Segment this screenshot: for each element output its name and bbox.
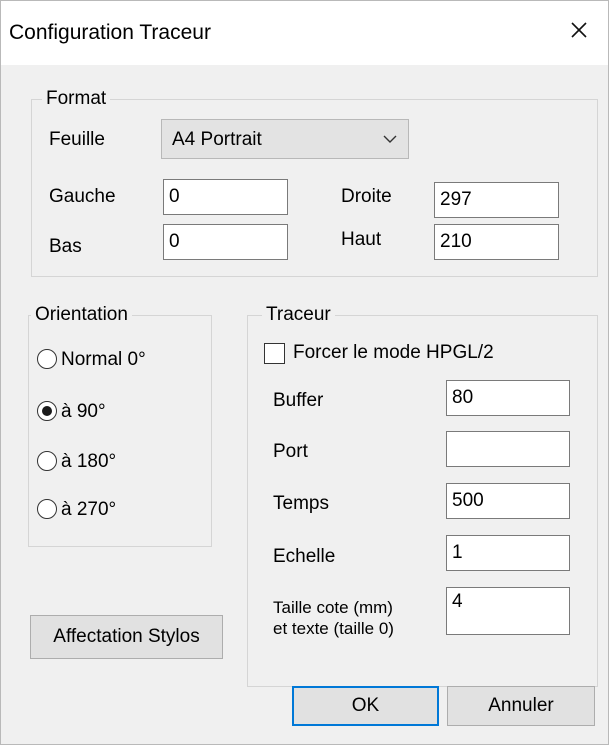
orientation-legend: Orientation bbox=[31, 304, 132, 326]
echelle-label: Echelle bbox=[273, 546, 336, 567]
ok-button[interactable]: OK bbox=[292, 686, 439, 726]
window-title: Configuration Traceur bbox=[9, 21, 211, 44]
droite-label: Droite bbox=[341, 186, 392, 207]
haut-field[interactable]: 210 bbox=[434, 224, 559, 260]
radio-normal-label: Normal 0° bbox=[61, 349, 146, 370]
chevron-down-icon bbox=[383, 135, 397, 143]
radio-90[interactable] bbox=[37, 401, 57, 421]
temps-label: Temps bbox=[273, 493, 329, 514]
taille-field[interactable]: 4 bbox=[446, 587, 570, 635]
radio-selected-dot bbox=[42, 406, 52, 416]
plotter-config-dialog: Configuration Traceur Format Feuille A4 … bbox=[0, 0, 609, 745]
radio-180-label: à 180° bbox=[61, 451, 117, 472]
radio-270[interactable] bbox=[37, 499, 57, 519]
bas-field[interactable]: 0 bbox=[163, 224, 288, 260]
radio-normal[interactable] bbox=[37, 349, 57, 369]
title-bar: Configuration Traceur bbox=[1, 1, 608, 65]
port-label: Port bbox=[273, 441, 308, 462]
gauche-label: Gauche bbox=[49, 186, 116, 207]
radio-180[interactable] bbox=[37, 451, 57, 471]
taille-label: Taille cote (mm) et texte (taille 0) bbox=[273, 597, 394, 639]
port-field[interactable] bbox=[446, 431, 570, 467]
buffer-label: Buffer bbox=[273, 390, 324, 411]
temps-field[interactable]: 500 bbox=[446, 483, 570, 519]
taille-label-line1: Taille cote (mm) bbox=[273, 598, 393, 617]
annuler-button[interactable]: Annuler bbox=[447, 686, 595, 726]
radio-90-label: à 90° bbox=[61, 401, 106, 422]
force-hpgl-label: Forcer le mode HPGL/2 bbox=[293, 342, 494, 363]
gauche-field[interactable]: 0 bbox=[163, 179, 288, 215]
format-legend: Format bbox=[42, 88, 111, 110]
echelle-field[interactable]: 1 bbox=[446, 535, 570, 571]
buffer-field[interactable]: 80 bbox=[446, 380, 570, 416]
feuille-label: Feuille bbox=[49, 129, 105, 150]
droite-field[interactable]: 297 bbox=[434, 182, 559, 218]
haut-label: Haut bbox=[341, 229, 382, 250]
affectation-stylos-button[interactable]: Affectation Stylos bbox=[30, 615, 223, 659]
traceur-legend: Traceur bbox=[262, 304, 335, 326]
feuille-select[interactable]: A4 Portrait bbox=[161, 119, 409, 159]
close-icon[interactable] bbox=[564, 15, 594, 45]
bas-label: Bas bbox=[49, 236, 82, 257]
radio-270-label: à 270° bbox=[61, 499, 117, 520]
force-hpgl-checkbox[interactable] bbox=[264, 343, 285, 364]
feuille-select-value: A4 Portrait bbox=[172, 129, 262, 150]
taille-label-line2: et texte (taille 0) bbox=[273, 619, 394, 638]
